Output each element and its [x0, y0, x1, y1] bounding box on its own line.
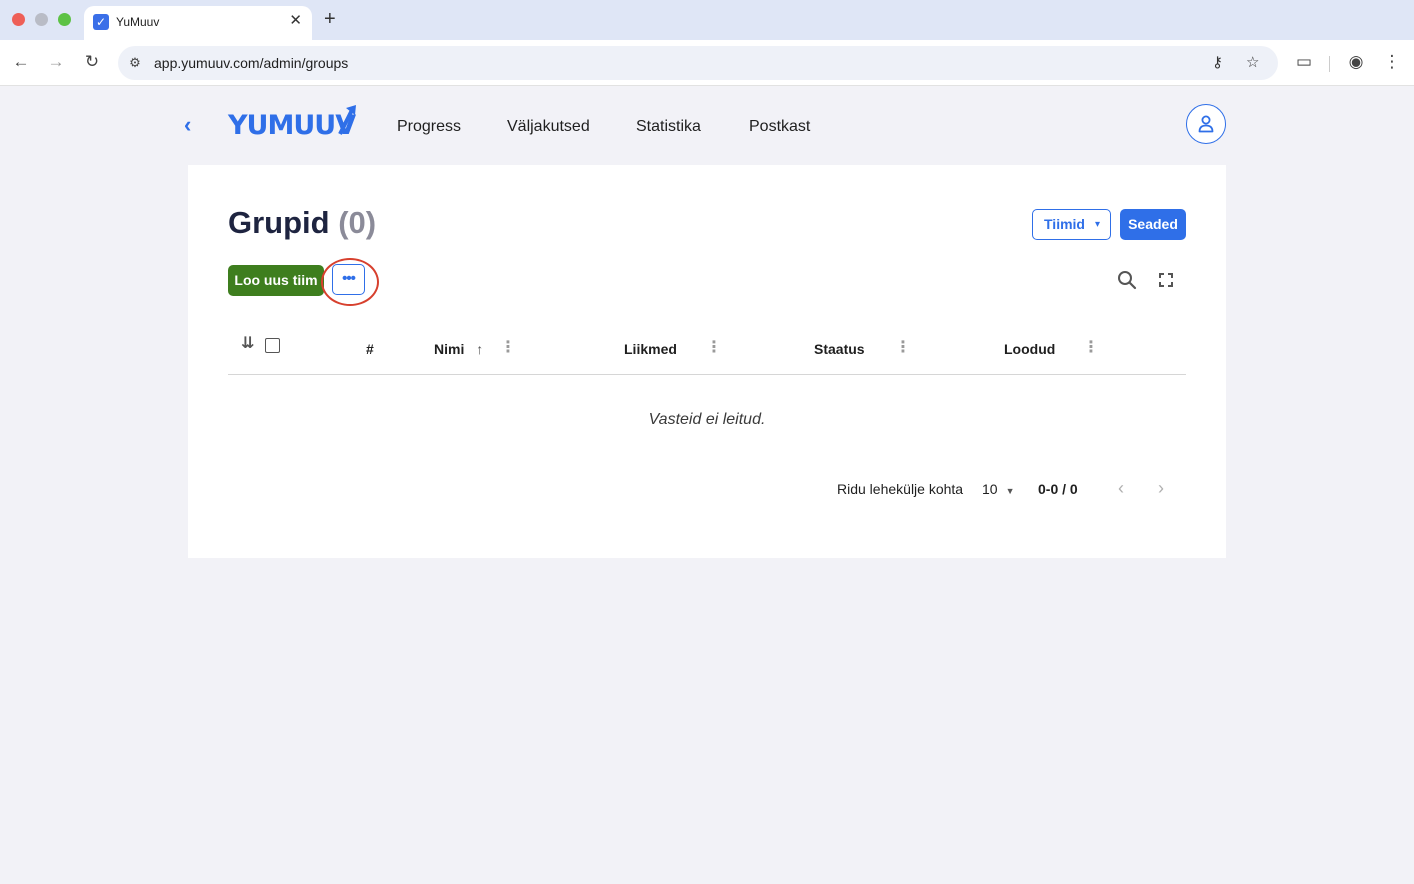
teams-dropdown-button[interactable]: Tiimid ▾: [1032, 209, 1111, 240]
toolbar-divider: [1329, 56, 1330, 72]
sort-arrow-up-icon[interactable]: ↑: [476, 341, 483, 357]
column-name-menu-icon[interactable]: ⋮: [500, 339, 516, 357]
browser-toolbar: ← → ↻ ⚙ app.yumuuv.com/admin/groups ⚷ ☆ …: [0, 40, 1414, 86]
logo-arrow-icon: [338, 105, 356, 135]
column-index: #: [366, 341, 374, 357]
rows-per-page-value: 10: [982, 481, 998, 497]
chevron-down-icon: ▾: [1094, 219, 1100, 230]
search-icon[interactable]: [1116, 269, 1138, 291]
nav-statistics[interactable]: Statistika: [636, 118, 701, 136]
rows-per-page-select[interactable]: 10 ▼: [982, 481, 1015, 499]
tab-title: YuMuuv: [116, 15, 160, 29]
teams-dropdown-label: Tiimid: [1044, 216, 1085, 232]
column-members-menu-icon[interactable]: ⋮: [706, 339, 722, 357]
tab-close-icon[interactable]: ✕: [289, 13, 302, 29]
group-count: (0): [338, 205, 377, 240]
next-page-icon[interactable]: ›: [1158, 478, 1164, 498]
groups-card: Grupid (0) Tiimid ▾ Seaded Loo uus tiim …: [188, 165, 1226, 558]
select-all-checkbox[interactable]: [265, 338, 280, 353]
column-name[interactable]: Nimi ↑: [434, 341, 483, 357]
reload-icon[interactable]: ↻: [82, 52, 102, 72]
user-avatar-button[interactable]: [1186, 104, 1226, 144]
user-icon: [1198, 115, 1214, 133]
expand-all-icon[interactable]: ⇊: [241, 334, 254, 354]
back-chevron-icon[interactable]: ‹: [184, 114, 191, 136]
settings-button[interactable]: Seaded: [1120, 209, 1186, 240]
fullscreen-icon[interactable]: [1155, 269, 1177, 291]
reading-mode-icon[interactable]: ▭: [1294, 52, 1314, 72]
page-title-text: Grupid: [228, 205, 330, 240]
column-status-menu-icon[interactable]: ⋮: [895, 339, 911, 357]
new-tab-icon[interactable]: +: [324, 9, 336, 29]
kebab-menu-icon[interactable]: ⋮: [1382, 52, 1402, 72]
empty-state-message: Vasteid ei leitud.: [648, 411, 766, 428]
window-close-button[interactable]: [12, 13, 25, 26]
nav-challenges[interactable]: Väljakutsed: [507, 118, 590, 136]
highlight-circle: [321, 258, 379, 306]
nav-inbox[interactable]: Postkast: [749, 118, 810, 136]
browser-tab[interactable]: ✓ YuMuuv ✕: [84, 6, 312, 40]
column-members[interactable]: Liikmed: [624, 341, 677, 357]
bookmark-star-icon[interactable]: ☆: [1246, 54, 1259, 72]
back-arrow-icon[interactable]: ←: [11, 52, 31, 72]
window-maximize-button[interactable]: [58, 13, 71, 26]
prev-page-icon[interactable]: ‹: [1118, 478, 1124, 498]
table-header: # Nimi ↑ ⋮ Liikmed ⋮ Staatus ⋮ Loodud ⋮: [228, 327, 1186, 375]
nav-progress[interactable]: Progress: [397, 118, 461, 136]
column-status[interactable]: Staatus: [814, 341, 865, 357]
window-minimize-button[interactable]: [35, 13, 48, 26]
column-name-label: Nimi: [434, 341, 465, 357]
browser-tab-bar: ✓ YuMuuv ✕ +: [0, 0, 1414, 40]
column-created[interactable]: Loodud: [1004, 341, 1055, 357]
favicon-icon: ✓: [93, 14, 109, 30]
create-team-button[interactable]: Loo uus tiim: [228, 265, 324, 296]
column-created-menu-icon[interactable]: ⋮: [1083, 339, 1099, 357]
password-key-icon[interactable]: ⚷: [1212, 54, 1223, 72]
address-bar[interactable]: ⚙ app.yumuuv.com/admin/groups ⚷ ☆: [118, 46, 1278, 80]
page-title: Grupid (0): [228, 205, 376, 241]
rows-per-page-label: Ridu lehekülje kohta: [837, 481, 964, 497]
forward-arrow-icon[interactable]: →: [46, 52, 66, 72]
yumuuv-logo[interactable]: YUMUUV: [228, 104, 360, 140]
profile-icon[interactable]: ◉: [1346, 52, 1366, 72]
pagination-range: 0-0 / 0: [1038, 481, 1078, 497]
url-text: app.yumuuv.com/admin/groups: [154, 55, 349, 71]
caret-down-icon: ▼: [1005, 486, 1015, 496]
site-settings-icon[interactable]: ⚙: [126, 54, 144, 72]
